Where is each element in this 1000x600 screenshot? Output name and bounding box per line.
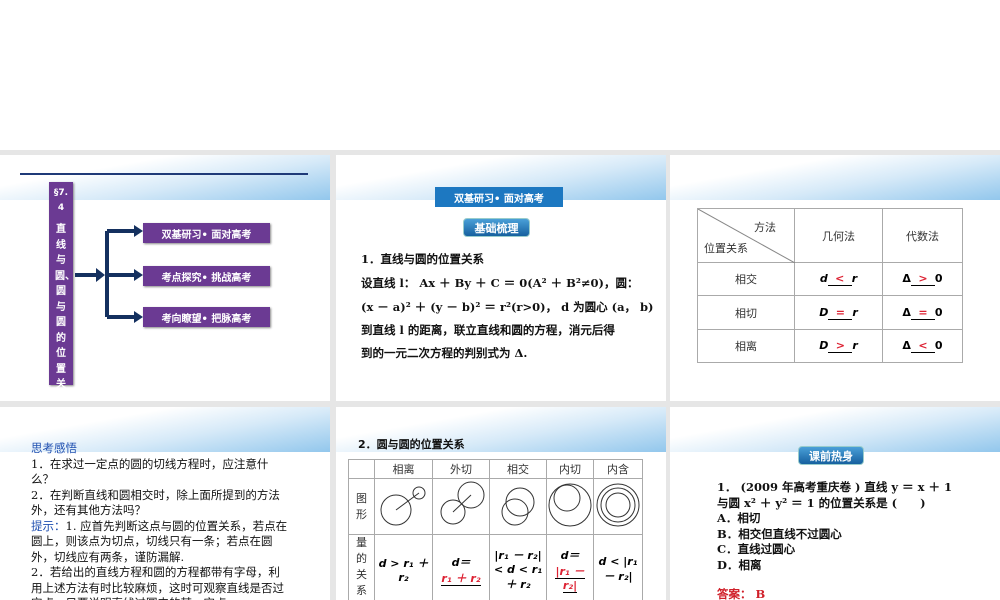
slide-3-thumbnail[interactable]: 方法 位置关系 几何法 代数法 相交 d < r Δ >0 相切 D = r Δ = 0 相离… — [670, 155, 1000, 401]
section-title-bar: §7.4 直线与圆、圆与圆的位置关 — [49, 182, 75, 390]
intersecting-diagram — [489, 478, 547, 535]
header-cell: 相离 — [374, 459, 433, 479]
text-line-5: 到的一元二次方程的判别式为 Δ. — [361, 346, 528, 360]
qty-contained: d < |r₁ － r₂| — [593, 534, 643, 600]
header-algebraic: 代数法 — [882, 208, 963, 263]
menu-item-2[interactable]: 考点探究• 挑战高考 — [143, 266, 270, 286]
row-label: 相离 — [697, 329, 795, 363]
option-d: D．相离 — [717, 557, 762, 572]
qty-separate: d > r₁ ＋ r₂ — [374, 534, 433, 600]
empty-header — [348, 459, 375, 479]
question-block: 1． (2009 年高考重庆卷 ) 直线 y ＝ x ＋ 1 与圆 x² ＋ y… — [717, 480, 957, 600]
section-title: 直线与圆、圆与圆的位置关 — [55, 224, 75, 390]
menu-item-1[interactable]: 双基研习• 面对高考 — [143, 223, 270, 243]
geo-cell: d < r — [794, 262, 883, 296]
figure-row-label: 图形 — [348, 478, 375, 535]
header-cell: 相交 — [489, 459, 547, 479]
section-banner: 双基研习• 面对高考 — [435, 187, 563, 207]
question-text: 1． (2009 年高考重庆卷 ) 直线 y ＝ x ＋ 1 与圆 x² ＋ y… — [717, 480, 952, 510]
reflection-text: 思考感悟 1．在求过一定点的圆的切线方程时，应注意什么？ 2．在判断直线和圆相交… — [31, 441, 291, 600]
answer: 答案： B — [717, 587, 766, 600]
corner-top-label: 方法 — [754, 221, 776, 234]
geo-cell: D > r — [794, 329, 883, 363]
row-label: 相切 — [697, 295, 795, 330]
warmup-badge: 课前热身 — [798, 446, 864, 465]
section-title: 2．圆与圆的位置关系 — [358, 438, 465, 451]
slide-2-thumbnail[interactable]: 双基研习• 面对高考 基础梳理 1．直线与圆的位置关系 设直线 l： Ax ＋ … — [336, 155, 666, 401]
slide-5-thumbnail[interactable]: 2．圆与圆的位置关系 相离 外切 相交 内切 内含 图形 量的关系 d > r₁… — [336, 407, 666, 600]
qty-internal: d＝ |r₁ － r₂| — [546, 534, 594, 600]
question-2: 2．在判断直线和圆相交时，除上面所提到的方法外，还有其他方法吗？ — [31, 487, 280, 518]
divider-line — [20, 173, 308, 175]
header-cell: 外切 — [432, 459, 490, 479]
table-row: 相离 D > r Δ <0 — [697, 329, 963, 363]
qty-intersect: |r₁ － r₂| < d < r₁ ＋ r₂ — [489, 534, 547, 600]
reflection-heading: 思考感悟 — [31, 441, 77, 455]
option-c: C．直线过圆心 — [717, 542, 796, 556]
header-cell: 内切 — [546, 459, 594, 479]
qty-external: d＝ r₁ ＋ r₂ — [432, 534, 490, 600]
separate-circles-diagram — [374, 478, 433, 535]
hint-2: 2．若给出的直线方程和圆的方程都带有字母，利用上述方法有时比较麻烦，这时可观察直… — [31, 565, 284, 600]
corner-bottom-label: 位置关系 — [704, 242, 748, 255]
basics-badge: 基础梳理 — [463, 218, 530, 237]
text-line-2: 设直线 l： Ax ＋ By ＋ C ＝ 0(A² ＋ B²≠0)，圆： — [361, 276, 639, 290]
alg-cell: Δ <0 — [882, 329, 963, 363]
question-1: 1．在求过一定点的圆的切线方程时，应注意什么？ — [31, 456, 269, 487]
internally-tangent-diagram — [546, 478, 594, 535]
header-decoration — [670, 155, 1000, 200]
section-number: §7.4 — [53, 188, 69, 213]
alg-cell: Δ >0 — [882, 262, 963, 296]
option-b: B．相交但直线不过圆心 — [717, 526, 842, 541]
option-a: A．相切 — [717, 511, 761, 525]
text-line-3: (x － a)² ＋ (y － b)² ＝ r²(r>0)， d 为圆心 (a，… — [361, 300, 654, 314]
slide-4-thumbnail[interactable]: 思考感悟 1．在求过一定点的圆的切线方程时，应注意什么？ 2．在判断直线和圆相交… — [0, 407, 330, 600]
menu-item-3[interactable]: 考向瞭望• 把脉高考 — [143, 307, 270, 327]
row-label: 相交 — [697, 262, 795, 296]
blank-top-area — [0, 0, 1000, 150]
header-geometric: 几何法 — [794, 208, 883, 263]
text-line-1: 1．直线与圆的位置关系 — [361, 252, 485, 266]
circle-circle-table: 相离 外切 相交 内切 内含 图形 量的关系 d > r₁ ＋ r₂ d＝ r₁ … — [348, 459, 643, 600]
geo-cell: D = r — [794, 295, 883, 330]
slide-1-thumbnail[interactable]: §7.4 直线与圆、圆与圆的位置关 双基研习• 面对高考 考点探究• 挑战高考 … — [0, 155, 330, 401]
alg-cell: Δ = 0 — [882, 295, 963, 330]
table-row: 相切 D = r Δ = 0 — [697, 295, 963, 330]
arrow-bracket-icon — [75, 225, 143, 323]
contained-diagram — [593, 478, 643, 535]
text-line-4: 到直线 l 的距离，联立直线和圆的方程，消元后得 — [361, 323, 615, 337]
header-cell: 内含 — [593, 459, 643, 479]
table-row: 相交 d < r Δ >0 — [697, 262, 963, 296]
hint-1: 提示：1. 应首先判断这点与圆的位置关系，若点在圆上，则该点为切点，切线只有一条… — [31, 518, 288, 564]
quantity-row-label: 量的关系 — [348, 534, 375, 600]
slide-6-thumbnail[interactable]: 课前热身 1． (2009 年高考重庆卷 ) 直线 y ＝ x ＋ 1 与圆 x… — [670, 407, 1000, 600]
hint-label: 提示： — [31, 518, 66, 533]
corner-cell: 方法 位置关系 — [697, 208, 795, 263]
line-circle-table: 方法 位置关系 几何法 代数法 相交 d < r Δ >0 相切 D = r Δ = 0 相离… — [697, 208, 963, 363]
externally-tangent-diagram — [432, 478, 490, 535]
